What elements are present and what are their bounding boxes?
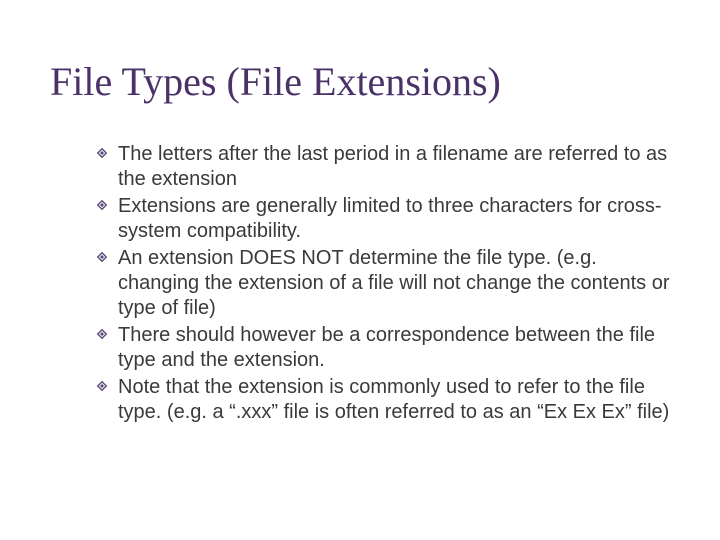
diamond-bullet-icon [96,147,108,159]
list-item: There should however be a correspondence… [96,323,670,373]
diamond-bullet-icon [96,251,108,263]
slide: File Types (File Extensions) The letters… [0,0,720,540]
bullet-text: The letters after the last period in a f… [118,143,667,190]
bullet-text: There should however be a correspondence… [118,324,655,371]
list-item: Note that the extension is commonly used… [96,375,670,425]
list-item: The letters after the last period in a f… [96,142,670,192]
list-item: Extensions are generally limited to thre… [96,194,670,244]
diamond-bullet-icon [96,328,108,340]
bullet-list: The letters after the last period in a f… [50,142,670,425]
diamond-bullet-icon [96,380,108,392]
bullet-text: An extension DOES NOT determine the file… [118,247,669,319]
bullet-text: Note that the extension is commonly used… [118,376,669,423]
diamond-bullet-icon [96,199,108,211]
list-item: An extension DOES NOT determine the file… [96,246,670,321]
slide-title: File Types (File Extensions) [50,60,670,104]
bullet-text: Extensions are generally limited to thre… [118,195,662,242]
